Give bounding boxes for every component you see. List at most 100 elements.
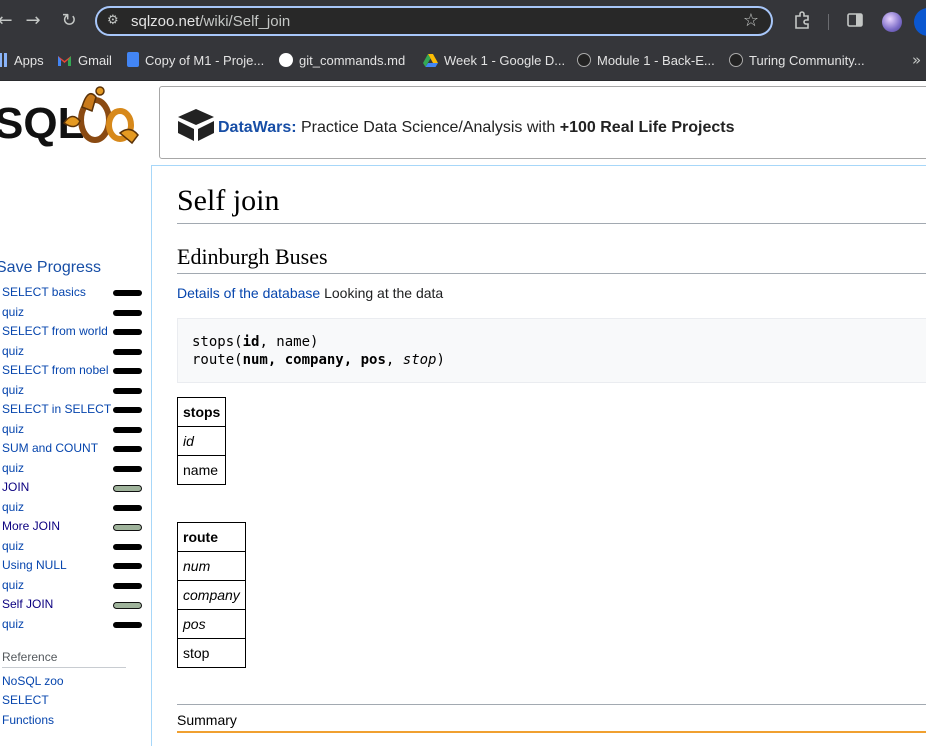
- code-token: stops(: [192, 334, 243, 350]
- progress-indicator: [113, 563, 142, 569]
- reference-divider: [2, 667, 126, 668]
- turing-icon: [729, 53, 743, 67]
- bookmark-label: Apps: [14, 53, 44, 68]
- bookmark-label: Week 1 - Google D...: [444, 53, 566, 68]
- progress-indicator: [113, 465, 142, 472]
- save-progress-link[interactable]: Save Progress: [0, 259, 101, 277]
- more-bookmarks-icon[interactable]: »: [912, 51, 921, 69]
- route-column-num: num: [177, 551, 246, 581]
- sidebar-item[interactable]: More JOIN: [2, 519, 60, 533]
- route-column-company: company: [177, 580, 246, 610]
- bookmark-label: Gmail: [78, 53, 112, 68]
- apps-grid-icon: [0, 53, 8, 67]
- progress-indicator: [113, 543, 142, 550]
- schema-line-stops: stops(id, name): [192, 334, 318, 350]
- address-url[interactable]: sqlzoo.net/wiki/Self_join: [131, 13, 290, 31]
- progress-indicator: [113, 602, 142, 609]
- sidebar-item[interactable]: Using NULL: [2, 558, 67, 572]
- banner-text: DataWars: Practice Data Science/Analysis…: [218, 119, 735, 137]
- reference-select[interactable]: SELECT: [2, 693, 49, 707]
- sidebar-item[interactable]: quiz: [2, 461, 24, 475]
- progress-indicator: [113, 329, 142, 335]
- github-icon: [279, 53, 293, 67]
- sidebar-item[interactable]: quiz: [2, 578, 24, 592]
- route-table-header: route: [177, 522, 246, 552]
- code-token: ): [436, 352, 445, 368]
- route-table: route num company pos stop: [177, 522, 246, 668]
- extensions-icon[interactable]: [792, 11, 812, 31]
- banner-message: Practice Data Science/Analysis with: [296, 119, 560, 136]
- stops-column-name: name: [176, 455, 227, 485]
- route-column-stop: stop: [177, 638, 246, 668]
- bookmark-module-1[interactable]: Module 1 - Back-E...: [577, 52, 715, 70]
- progress-indicator: [113, 387, 142, 394]
- reference-heading: Reference: [2, 650, 58, 664]
- intro-text: Looking at the data: [320, 285, 444, 301]
- sidebar-item[interactable]: quiz: [2, 539, 24, 553]
- stops-table: stops id name: [176, 397, 227, 485]
- reference-functions[interactable]: Functions: [2, 713, 54, 727]
- sidebar-item[interactable]: quiz: [2, 383, 24, 397]
- bookmark-turing-community[interactable]: Turing Community...: [729, 52, 865, 70]
- sidebar-item[interactable]: SELECT from world: [2, 324, 108, 338]
- sidebar-item[interactable]: quiz: [2, 500, 24, 514]
- sidebar-item[interactable]: quiz: [2, 344, 24, 358]
- sidebar-item[interactable]: SUM and COUNT: [2, 441, 98, 455]
- bookmark-git-commands[interactable]: git_commands.md: [279, 52, 405, 70]
- progress-indicator: [113, 446, 142, 452]
- google-docs-icon: [127, 52, 139, 67]
- browser-toolbar: ← → ↻ ⚙ sqlzoo.net/wiki/Self_join ☆: [0, 0, 926, 44]
- main-content: Self join Edinburgh Buses Details of the…: [151, 165, 926, 746]
- progress-indicator: [113, 621, 142, 628]
- sidebar-item[interactable]: Self JOIN: [2, 597, 53, 611]
- bookmark-apps[interactable]: Apps: [0, 52, 44, 70]
- profile-avatar-icon[interactable]: [882, 12, 902, 32]
- sidebar-item[interactable]: quiz: [2, 305, 24, 319]
- bookmark-week-1[interactable]: Week 1 - Google D...: [423, 52, 565, 70]
- address-bar[interactable]: ⚙ sqlzoo.net/wiki/Self_join ☆: [95, 6, 773, 36]
- bookmarks-bar: Apps Gmail Copy of M1 - Proje... git_com…: [0, 44, 926, 81]
- sidebar-item[interactable]: quiz: [2, 617, 24, 631]
- summary-divider: [177, 704, 926, 705]
- sidebar-item[interactable]: JOIN: [2, 480, 29, 494]
- code-token: ,: [343, 352, 361, 368]
- url-host: sqlzoo.net: [131, 13, 200, 30]
- sidebar-item[interactable]: quiz: [2, 422, 24, 436]
- code-key: company: [284, 352, 344, 368]
- details-of-database-link[interactable]: Details of the database: [177, 285, 320, 301]
- progress-indicator: [113, 368, 142, 374]
- code-token: ,: [385, 352, 403, 368]
- back-arrow-icon[interactable]: ←: [0, 10, 16, 32]
- gmail-icon: [57, 54, 72, 68]
- datawars-banner[interactable]: DataWars: Practice Data Science/Analysis…: [159, 86, 926, 159]
- side-panel-icon[interactable]: [845, 11, 865, 31]
- code-token: ,: [267, 352, 285, 368]
- bookmark-star-icon[interactable]: ☆: [743, 10, 759, 31]
- summary-heading[interactable]: Summary: [177, 712, 237, 728]
- sidebar-item[interactable]: SELECT basics: [2, 285, 86, 299]
- turing-icon: [577, 53, 591, 67]
- page-title: Self join: [177, 184, 280, 217]
- reference-nosql-zoo[interactable]: NoSQL zoo: [2, 674, 64, 688]
- code-token: , name): [259, 334, 319, 350]
- sidebar-item[interactable]: SELECT from nobel: [2, 363, 109, 377]
- forward-arrow-icon[interactable]: →: [22, 10, 44, 32]
- progress-indicator: [113, 309, 142, 316]
- sidebar-item[interactable]: SELECT in SELECT: [2, 402, 111, 416]
- banner-highlight: +100 Real Life Projects: [559, 119, 735, 136]
- bookmark-label: Turing Community...: [749, 53, 865, 68]
- intro-paragraph: Details of the database Looking at the d…: [177, 285, 443, 301]
- toolbar-divider: [828, 14, 829, 30]
- bookmark-copy-of-m1[interactable]: Copy of M1 - Proje...: [127, 52, 264, 70]
- code-key: pos: [360, 352, 386, 368]
- site-info-icon[interactable]: ⚙: [107, 12, 125, 30]
- account-avatar-icon[interactable]: [914, 8, 926, 36]
- progress-indicator: [113, 290, 142, 296]
- reload-icon[interactable]: ↻: [58, 10, 80, 32]
- code-key: id: [242, 334, 260, 350]
- sqlzoo-logo[interactable]: SQL: [0, 83, 146, 153]
- progress-indicator: [113, 582, 142, 589]
- banner-brand: DataWars:: [218, 119, 297, 136]
- code-foreign-key: stop: [402, 352, 437, 368]
- bookmark-gmail[interactable]: Gmail: [57, 52, 112, 70]
